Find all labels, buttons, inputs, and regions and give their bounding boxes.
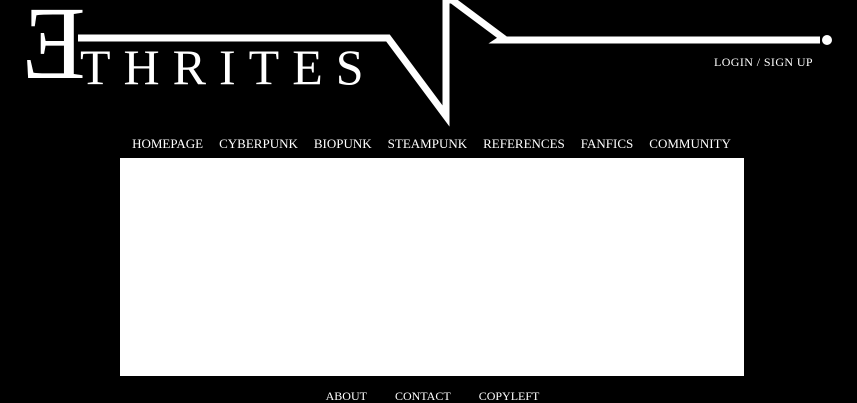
main-nav: HOMEPAGE CYBERPUNK BIOPUNK STEAMPUNK REF… bbox=[0, 136, 857, 154]
nav-item-homepage[interactable]: HOMEPAGE bbox=[132, 136, 203, 154]
logo-mirrored-letter: E bbox=[22, 0, 86, 101]
nav-item-community[interactable]: COMMUNITY bbox=[649, 136, 731, 154]
main-content-panel bbox=[120, 158, 744, 376]
nav-item-references[interactable]: REFERENCES bbox=[483, 136, 565, 154]
login-signup-link[interactable]: LOGIN / SIGN UP bbox=[714, 55, 813, 70]
logo-wordmark: THRITES bbox=[80, 39, 377, 95]
site-footer: ABOUT CONTACT COPYLEFT bbox=[0, 389, 857, 403]
footer-link-contact[interactable]: CONTACT bbox=[395, 389, 451, 403]
site-header: E THRITES LOGIN / SIGN UP bbox=[0, 0, 857, 130]
nav-item-biopunk[interactable]: BIOPUNK bbox=[314, 136, 372, 154]
nav-item-steampunk[interactable]: STEAMPUNK bbox=[388, 136, 467, 154]
footer-link-copyleft[interactable]: COPYLEFT bbox=[479, 389, 540, 403]
footer-link-about[interactable]: ABOUT bbox=[326, 389, 367, 403]
nav-item-fanfics[interactable]: FANFICS bbox=[581, 136, 634, 154]
nav-item-cyberpunk[interactable]: CYBERPUNK bbox=[219, 136, 298, 154]
